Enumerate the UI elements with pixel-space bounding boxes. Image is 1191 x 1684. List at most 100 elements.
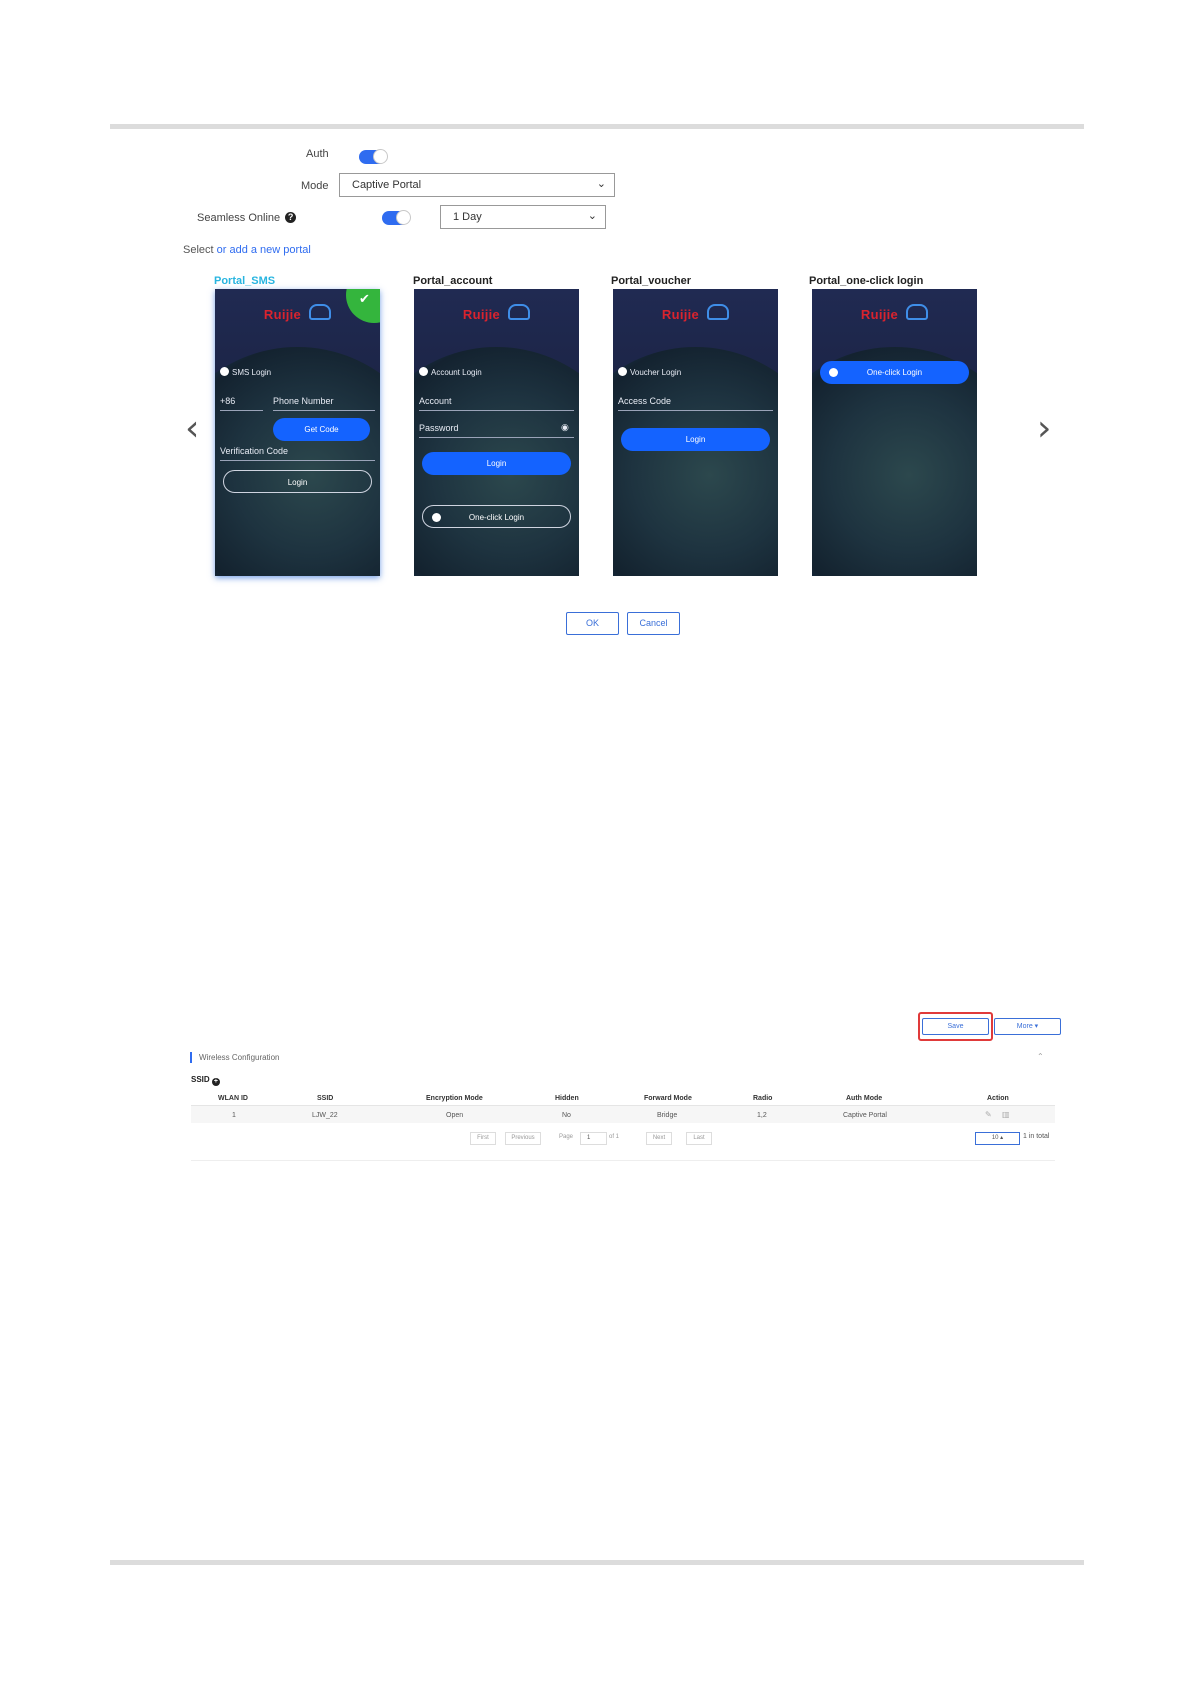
cell-auth-mode: Captive Portal [843, 1112, 887, 1119]
col-auth-mode: Auth Mode [846, 1095, 883, 1102]
previous-page-button[interactable]: Previous [505, 1132, 541, 1145]
get-code-button[interactable]: Get Code [273, 418, 370, 441]
seamless-duration-select[interactable]: 1 Day ⌄ [440, 205, 606, 229]
cloud-icon [309, 304, 332, 320]
help-icon[interactable]: ? [285, 212, 297, 223]
voucher-login-heading: Voucher Login [618, 367, 681, 377]
portal-title-voucher[interactable]: Portal_voucher [611, 275, 691, 287]
collapse-icon[interactable]: ⌃ [1037, 1052, 1044, 1061]
ssid-label: SSID [191, 1075, 210, 1084]
first-page-button[interactable]: First [470, 1132, 496, 1145]
table-bottom-divider [191, 1160, 1055, 1161]
verification-underline [220, 460, 375, 461]
carousel-next-icon[interactable]: › [1037, 408, 1051, 449]
col-action: Action [987, 1095, 1009, 1102]
cell-encryption: Open [446, 1112, 464, 1119]
more-button[interactable]: More ▾ [994, 1018, 1061, 1035]
sms-login-button[interactable]: Login [223, 470, 372, 493]
cancel-button[interactable]: Cancel [627, 612, 680, 635]
verification-code-input[interactable]: Verification Code [220, 446, 288, 456]
mode-label: Mode [301, 180, 329, 192]
cell-ssid: LJW_22 [312, 1112, 338, 1119]
next-page-button[interactable]: Next [646, 1132, 672, 1145]
col-encryption: Encryption Mode [426, 1095, 483, 1102]
account-login-heading: Account Login [419, 367, 482, 377]
col-forward-mode: Forward Mode [644, 1095, 692, 1102]
save-button[interactable]: Save [922, 1018, 989, 1035]
portal-select-prefix: Select [183, 244, 214, 256]
page-size-select[interactable]: 10 ▴ [975, 1132, 1020, 1145]
sms-login-heading: SMS Login [220, 367, 271, 377]
last-page-button[interactable]: Last [686, 1132, 712, 1145]
user-icon [419, 367, 428, 376]
auth-label: Auth [306, 148, 329, 160]
portal-card-voucher[interactable]: Ruijie Voucher Login Access Code Login [613, 289, 778, 576]
voucher-login-button[interactable]: Login [621, 428, 770, 451]
mode-select[interactable]: Captive Portal ⌄ [339, 173, 615, 197]
ssid-heading: SSID + [191, 1075, 220, 1086]
sms-icon [220, 367, 229, 376]
account-one-click-button[interactable]: One-click Login [422, 505, 571, 528]
add-portal-link[interactable]: or add a new portal [217, 244, 311, 256]
delete-icon[interactable]: ▥ [1002, 1110, 1010, 1119]
auth-toggle[interactable] [359, 149, 388, 164]
ok-button[interactable]: OK [566, 612, 619, 635]
account-underline [419, 410, 574, 411]
cell-radio: 1,2 [757, 1112, 767, 1119]
chevron-down-icon: ⌄ [596, 178, 606, 190]
portal-select-text: Select or add a new portal [183, 244, 311, 256]
edit-icon[interactable]: ✎ [985, 1110, 992, 1119]
carousel-prev-icon[interactable]: ‹ [185, 408, 199, 449]
wifi-icon [432, 513, 441, 522]
add-ssid-icon[interactable]: + [211, 1078, 220, 1086]
seamless-online-label: Seamless Online? [197, 212, 297, 224]
total-count: 1 in total [1023, 1133, 1050, 1140]
portal-title-sms[interactable]: Portal_SMS [214, 275, 275, 287]
brand-logo: Ruijie [414, 304, 579, 322]
brand-logo: Ruijie [613, 304, 778, 322]
portal-card-account[interactable]: Ruijie Account Login Account Password ◉ … [414, 289, 579, 576]
page-input[interactable]: 1 [580, 1132, 607, 1145]
mode-value: Captive Portal [352, 179, 422, 191]
portal-card-one-click[interactable]: Ruijie One-click Login [812, 289, 977, 576]
password-input[interactable]: Password [419, 423, 459, 433]
col-wlan-id: WLAN ID [218, 1095, 248, 1102]
seamless-online-text: Seamless Online [197, 212, 281, 224]
globe-image [613, 347, 778, 576]
phone-underline [273, 410, 375, 411]
globe-image [215, 347, 380, 576]
section-accent-bar [190, 1052, 192, 1063]
cloud-icon [707, 304, 730, 320]
access-code-underline [618, 410, 773, 411]
country-code[interactable]: +86 [220, 396, 235, 406]
page-of-label: of 1 [609, 1134, 620, 1140]
wifi-icon [829, 368, 838, 377]
account-login-button[interactable]: Login [422, 452, 571, 475]
top-divider [110, 124, 1084, 129]
portal-title-one-click[interactable]: Portal_one-click login [809, 275, 923, 287]
brand-logo: Ruijie [812, 304, 977, 322]
seamless-duration-value: 1 Day [453, 211, 482, 223]
country-code-underline [220, 410, 263, 411]
cloud-icon [906, 304, 929, 320]
page-label: Page [559, 1134, 574, 1140]
cell-wlan-id: 1 [232, 1112, 236, 1119]
one-click-login-button[interactable]: One-click Login [820, 361, 969, 384]
account-input[interactable]: Account [419, 396, 452, 406]
cloud-icon [508, 304, 531, 320]
chevron-down-icon: ⌄ [587, 210, 597, 222]
section-title: Wireless Configuration [199, 1053, 280, 1062]
col-radio: Radio [753, 1095, 773, 1102]
seamless-toggle[interactable] [382, 210, 411, 225]
col-ssid: SSID [317, 1095, 334, 1102]
portal-card-sms[interactable]: Ruijie ✔ SMS Login +86 Phone Number Get … [215, 289, 380, 576]
portal-title-account[interactable]: Portal_account [413, 275, 492, 287]
eye-icon[interactable]: ◉ [561, 422, 569, 433]
ticket-icon [618, 367, 627, 376]
col-hidden: Hidden [555, 1095, 579, 1102]
phone-number-input[interactable]: Phone Number [273, 396, 334, 406]
cell-hidden: No [562, 1112, 571, 1119]
bottom-divider [110, 1560, 1084, 1565]
password-underline [419, 437, 574, 438]
access-code-input[interactable]: Access Code [618, 396, 671, 406]
